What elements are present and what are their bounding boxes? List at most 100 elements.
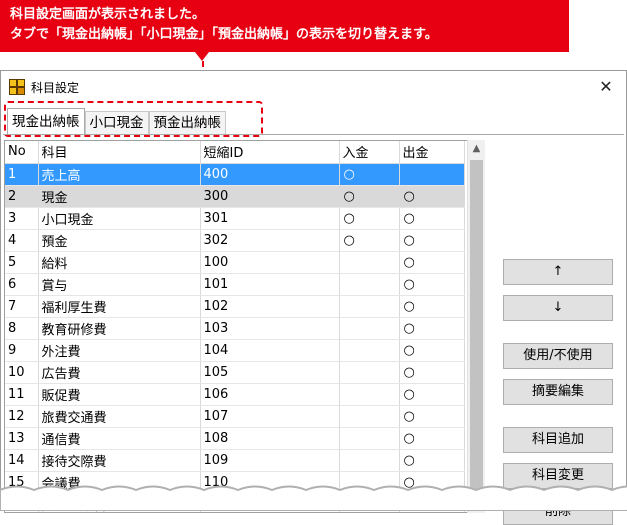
cell-withdrawal: ○: [399, 383, 465, 406]
cell-short-id: 302: [200, 229, 340, 252]
cell-no: 1: [5, 163, 39, 186]
cell-no: 10: [5, 361, 39, 384]
cell-withdrawal: ○: [399, 229, 465, 252]
cell-subject: 教育研修費: [38, 317, 201, 340]
cell-short-id: 300: [200, 185, 340, 208]
cell-subject: 売上高: [38, 163, 201, 186]
cell-no: 8: [5, 317, 39, 340]
callout-pointer: [195, 52, 209, 61]
cell-deposit: [339, 405, 400, 428]
column-header-no[interactable]: No: [5, 141, 39, 164]
cell-no: 2: [5, 185, 39, 208]
cell-short-id: 103: [200, 317, 340, 340]
cell-subject: 接待交際費: [38, 449, 201, 472]
column-header-short-id[interactable]: 短縮ID: [200, 141, 340, 164]
cell-short-id: 100: [200, 251, 340, 274]
column-header-deposit[interactable]: 入金: [339, 141, 400, 164]
cell-deposit: [339, 339, 400, 362]
cell-deposit: [339, 317, 400, 340]
cell-short-id: 104: [200, 339, 340, 362]
cell-short-id: 301: [200, 207, 340, 230]
cell-subject: 旅費交通費: [38, 405, 201, 428]
callout-line-1: 科目設定画面が表示されました。: [10, 7, 206, 22]
cell-withdrawal: ○: [399, 273, 465, 296]
table-row[interactable]: 7 福利厚生費 102 ○: [5, 295, 465, 318]
cell-withdrawal: ○: [399, 339, 465, 362]
cell-withdrawal: ○: [399, 449, 465, 472]
move-up-button[interactable]: ↑: [503, 259, 613, 285]
cell-withdrawal: ○: [399, 405, 465, 428]
toggle-use-button[interactable]: 使用/不使用: [503, 343, 613, 369]
instruction-callout: 科目設定画面が表示されました。 タブで「現金出納帳」「小口現金」「預金出納帳」の…: [0, 0, 569, 52]
cell-subject: 福利厚生費: [38, 295, 201, 318]
cell-short-id: 109: [200, 449, 340, 472]
window-title: 科目設定: [31, 80, 80, 95]
cell-short-id: 400: [200, 163, 340, 186]
cell-no: 3: [5, 207, 39, 230]
cell-subject: 通信費: [38, 427, 201, 450]
cell-subject: 給料: [38, 251, 201, 274]
table-row[interactable]: 14 接待交際費 109 ○: [5, 449, 465, 472]
cell-deposit: [339, 295, 400, 318]
edit-summary-button[interactable]: 摘要編集: [503, 379, 613, 405]
cell-subject: 賞与: [38, 273, 201, 296]
cell-withdrawal: [399, 163, 465, 186]
cell-deposit: [339, 251, 400, 274]
cell-no: 14: [5, 449, 39, 472]
tab-panel: No 科目 短縮ID 入金 出金 1 売上高 400 ○ 2 現金 300 ○ ○ 3 小口現金 30…: [3, 134, 624, 525]
table-row[interactable]: 12 旅費交通費 107 ○: [5, 405, 465, 428]
cell-no: 5: [5, 251, 39, 274]
cell-withdrawal: ○: [399, 295, 465, 318]
table-row[interactable]: 11 販促費 106 ○: [5, 383, 465, 406]
table-row[interactable]: 1 売上高 400 ○: [5, 163, 465, 186]
cell-short-id: 105: [200, 361, 340, 384]
table-row[interactable]: 6 賞与 101 ○: [5, 273, 465, 296]
cell-deposit: ○: [339, 207, 400, 230]
cell-no: 7: [5, 295, 39, 318]
cell-deposit: ○: [339, 185, 400, 208]
add-subject-button[interactable]: 科目追加: [503, 427, 613, 453]
vertical-scrollbar[interactable]: ▲: [467, 140, 485, 513]
column-header-subject[interactable]: 科目: [38, 141, 201, 164]
cell-withdrawal: ○: [399, 185, 465, 208]
cell-withdrawal: ○: [399, 427, 465, 450]
table-row[interactable]: 5 給料 100 ○: [5, 251, 465, 274]
table-row[interactable]: 2 現金 300 ○ ○: [5, 185, 465, 208]
app-icon: [9, 79, 25, 95]
scrollbar-thumb[interactable]: [470, 160, 483, 490]
cell-withdrawal: ○: [399, 361, 465, 384]
cell-withdrawal: ○: [399, 207, 465, 230]
cell-subject: 販促費: [38, 383, 201, 406]
cell-withdrawal: ○: [399, 251, 465, 274]
cell-short-id: 106: [200, 383, 340, 406]
cell-no: 6: [5, 273, 39, 296]
tabs-highlight-outline: [4, 101, 263, 137]
callout-line-2: タブで「現金出納帳」「小口現金」「預金出納帳」の表示を切り替えます。: [10, 27, 438, 42]
table-row[interactable]: 13 通信費 108 ○: [5, 427, 465, 450]
cell-deposit: [339, 383, 400, 406]
move-down-button[interactable]: ↓: [503, 295, 613, 321]
close-icon[interactable]: ✕: [596, 77, 616, 97]
table-row[interactable]: 9 外注費 104 ○: [5, 339, 465, 362]
cell-subject: 広告費: [38, 361, 201, 384]
torn-edge-decoration: [0, 485, 627, 511]
cell-deposit: [339, 449, 400, 472]
table-row[interactable]: 4 預金 302 ○ ○: [5, 229, 465, 252]
table-row[interactable]: 10 広告費 105 ○: [5, 361, 465, 384]
table-row[interactable]: 3 小口現金 301 ○ ○: [5, 207, 465, 230]
scroll-up-icon[interactable]: ▲: [468, 140, 485, 157]
cell-no: 12: [5, 405, 39, 428]
cell-deposit: [339, 273, 400, 296]
cell-no: 13: [5, 427, 39, 450]
column-header-withdrawal[interactable]: 出金: [399, 141, 465, 164]
cell-no: 9: [5, 339, 39, 362]
table-row[interactable]: 8 教育研修費 103 ○: [5, 317, 465, 340]
cell-short-id: 108: [200, 427, 340, 450]
cell-short-id: 107: [200, 405, 340, 428]
cell-deposit: [339, 427, 400, 450]
cell-deposit: ○: [339, 163, 400, 186]
cell-subject: 小口現金: [38, 207, 201, 230]
title-bar: 科目設定 ✕: [1, 71, 626, 103]
cell-subject: 外注費: [38, 339, 201, 362]
table-header-row: No 科目 短縮ID 入金 出金: [5, 141, 465, 164]
